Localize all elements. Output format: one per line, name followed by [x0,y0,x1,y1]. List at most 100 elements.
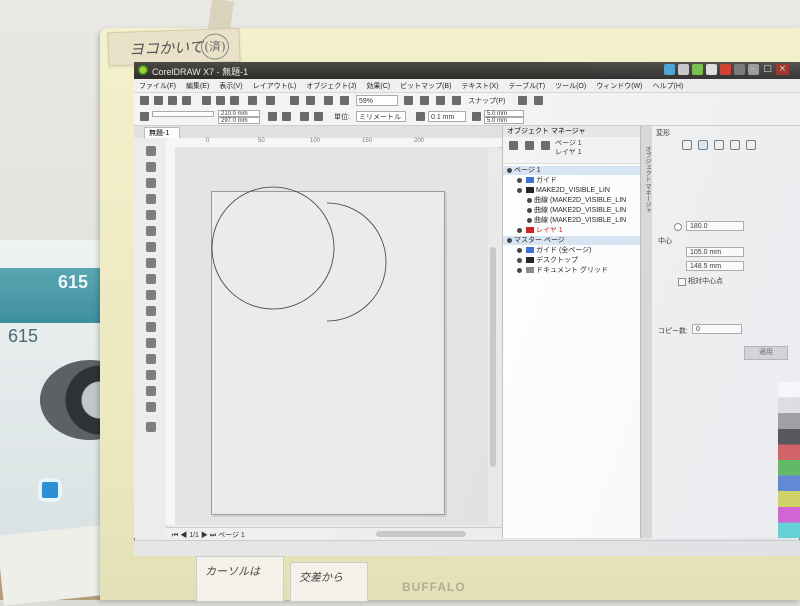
welcome-icon[interactable] [534,96,543,105]
export-icon[interactable] [306,96,315,105]
app-launcher-icon[interactable] [340,96,349,105]
print-icon[interactable] [182,96,191,105]
visibility-icon[interactable] [527,217,532,223]
paste-icon[interactable] [230,96,239,105]
scale-mirror-icon[interactable] [714,140,724,150]
menu-edit[interactable]: 編集(E) [181,81,214,91]
show-guidelines-icon[interactable] [452,96,461,105]
maximize-icon[interactable]: □ [761,64,774,75]
object-tree-row[interactable]: ガイド (全ページ) [503,246,641,255]
menu-object[interactable]: オブジェクト(J) [301,81,361,91]
page-tab[interactable]: ページ 1 [218,532,245,539]
visibility-icon[interactable] [517,267,522,273]
apply-button[interactable]: 適用 [744,346,788,360]
skew-icon[interactable] [746,140,756,150]
object-tree-row[interactable]: ガイド [503,176,641,185]
menu-bitmap[interactable]: ビットマップ(B) [395,81,456,91]
visibility-icon[interactable] [527,197,532,203]
object-tree-row[interactable]: デスクトップ [503,256,641,265]
options-icon[interactable] [518,96,527,105]
object-tree-row[interactable]: ページ 1 [503,166,641,175]
menu-file[interactable]: ファイル(F) [134,81,181,91]
units-combo[interactable]: ミリメートル [356,111,406,122]
close-icon[interactable]: × [776,64,789,75]
smart-fill-icon[interactable] [146,402,156,412]
tab-untitled-1[interactable]: 無題-1 [144,127,180,138]
rectangle-tool-icon[interactable] [146,242,156,252]
undo-icon[interactable] [248,96,257,105]
page-nav-controls[interactable]: ⏮ ◀ 1/1 ▶ ⏭ ページ 1 [172,530,245,540]
color-palette[interactable] [778,382,800,538]
center-y-input[interactable]: 148.5 mm [686,261,744,271]
docker-tab-object-manager[interactable]: オブジェクト マネージャ [643,146,652,214]
rotate-icon[interactable] [698,140,708,150]
visibility-icon[interactable] [517,247,522,253]
artistic-media-icon[interactable] [146,226,156,236]
object-tree-row[interactable]: ドキュメント グリッド [503,266,641,275]
cut-icon[interactable] [202,96,211,105]
zoom-combo[interactable]: 59% [356,95,398,106]
menu-help[interactable]: ヘルプ(H) [647,81,688,91]
open-icon[interactable] [154,96,163,105]
vertical-scroll-thumb[interactable] [490,247,496,467]
visibility-icon[interactable] [517,257,522,263]
position-icon[interactable] [682,140,692,150]
menu-effects[interactable]: 効果(C) [361,81,395,91]
shape-tool-icon[interactable] [146,162,156,172]
relative-center-checkbox[interactable] [678,278,686,286]
landscape-icon[interactable] [282,112,291,121]
object-tree-row[interactable]: マスター ページ [503,236,641,245]
copy-icon[interactable] [216,96,225,105]
visibility-icon[interactable] [527,207,532,213]
page-width-input[interactable]: 210.0 mm [218,110,260,117]
tray-icon[interactable] [664,64,675,75]
polygon-tool-icon[interactable] [146,274,156,284]
add-tool-icon[interactable] [146,422,156,432]
show-rulers-icon[interactable] [420,96,429,105]
tray-icon[interactable] [706,64,717,75]
visibility-icon[interactable] [517,177,522,183]
menu-table[interactable]: テーブル(T) [504,81,551,91]
page-size-combo[interactable] [152,111,214,117]
tray-icon[interactable] [734,64,745,75]
minimize-icon[interactable]: – [746,64,759,75]
all-pages-icon[interactable] [300,112,309,121]
pick-tool-icon[interactable] [146,146,156,156]
object-tree-row[interactable]: 曲線 (MAKE2D_VISIBLE_LIN [503,216,641,225]
new-icon[interactable] [140,96,149,105]
eyedropper-tool-icon[interactable] [146,370,156,380]
tray-icon[interactable] [692,64,703,75]
redo-icon[interactable] [266,96,275,105]
page-size-icon[interactable] [140,112,149,121]
rotation-angle-input[interactable]: 180.0 [686,221,744,231]
circle-shape[interactable] [211,186,335,310]
publish-pdf-icon[interactable] [324,96,333,105]
visibility-icon[interactable] [517,187,522,193]
visibility-icon[interactable] [517,227,522,233]
text-tool-icon[interactable] [146,290,156,300]
copies-input[interactable]: 0 [692,324,742,334]
menu-text[interactable]: テキスト(X) [456,81,503,91]
layer-manager-view-icon[interactable] [525,141,534,150]
save-icon[interactable] [168,96,177,105]
full-screen-icon[interactable] [404,96,413,105]
object-tree-row[interactable]: MAKE2D_VISIBLE_LIN [503,186,641,195]
menu-tools[interactable]: ツール(O) [550,81,591,91]
freehand-tool-icon[interactable] [146,210,156,220]
object-tree-row[interactable]: 曲線 (MAKE2D_VISIBLE_LIN [503,196,641,205]
vertical-scrollbar[interactable] [488,147,498,527]
portrait-icon[interactable] [268,112,277,121]
crop-tool-icon[interactable] [146,178,156,188]
menu-window[interactable]: ウィンドウ(W) [591,81,647,91]
tray-icon[interactable] [678,64,689,75]
visibility-icon[interactable] [507,167,512,173]
crescent-shape[interactable] [326,202,387,322]
edit-across-layers-icon[interactable] [541,141,550,150]
horizontal-scroll-thumb[interactable] [376,531,466,537]
menu-view[interactable]: 表示(V) [214,81,247,91]
duplicate-x-input[interactable]: 5.0 mm [484,110,524,117]
page-height-input[interactable]: 297.0 mm [218,117,260,124]
nudge-input[interactable]: 0.1 mm [428,111,466,122]
layer-options-icon[interactable] [509,141,518,150]
current-page-icon[interactable] [314,112,323,121]
